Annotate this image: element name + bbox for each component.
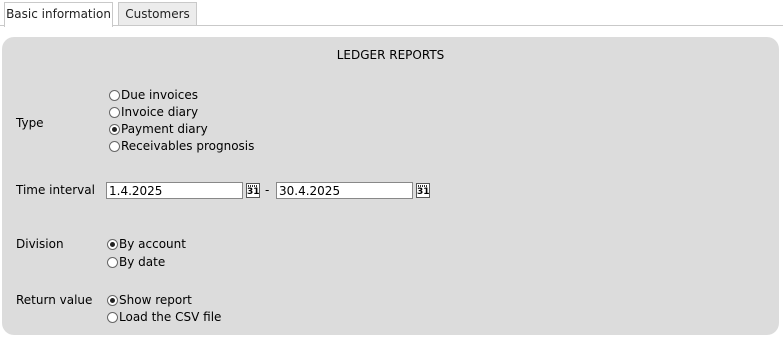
date-range-separator: - — [265, 183, 270, 197]
tab-bar: Basic information Customers — [0, 0, 783, 27]
tab-customers[interactable]: Customers — [118, 2, 197, 25]
calendar-from-icon[interactable]: 31 — [246, 183, 260, 198]
return-value-label: Return value — [16, 293, 93, 307]
division-label: Division — [16, 237, 64, 251]
type-option-payment-diary[interactable]: Payment diary — [109, 121, 208, 138]
type-option-receivables-prognosis[interactable]: Receivables prognosis — [109, 138, 254, 155]
time-interval-label: Time interval — [16, 183, 95, 197]
tab-basic-information[interactable]: Basic information — [4, 2, 113, 27]
radio-load-csv[interactable] — [107, 312, 118, 323]
date-to-input[interactable] — [276, 182, 413, 199]
radio-due-invoices[interactable] — [109, 90, 120, 101]
radio-by-account[interactable] — [107, 239, 118, 250]
tab-bar-divider — [0, 25, 783, 26]
type-label: Type — [16, 116, 44, 130]
radio-show-report[interactable] — [107, 295, 118, 306]
division-option-by-date[interactable]: By date — [107, 254, 165, 271]
radio-payment-diary[interactable] — [109, 124, 120, 135]
type-option-invoice-diary[interactable]: Invoice diary — [109, 104, 198, 121]
ledger-reports-panel: LEDGER REPORTS Type Due invoices Invoice… — [2, 37, 779, 335]
radio-invoice-diary[interactable] — [109, 107, 120, 118]
panel-title: LEDGER REPORTS — [336, 48, 445, 62]
radio-by-date[interactable] — [107, 257, 118, 268]
date-from-input[interactable] — [106, 182, 243, 199]
return-option-show-report[interactable]: Show report — [107, 292, 192, 309]
return-option-load-csv[interactable]: Load the CSV file — [107, 309, 221, 326]
calendar-to-icon[interactable]: 31 — [416, 183, 430, 198]
radio-receivables-prognosis[interactable] — [109, 141, 120, 152]
type-option-due-invoices[interactable]: Due invoices — [109, 87, 198, 104]
division-option-by-account[interactable]: By account — [107, 236, 186, 253]
